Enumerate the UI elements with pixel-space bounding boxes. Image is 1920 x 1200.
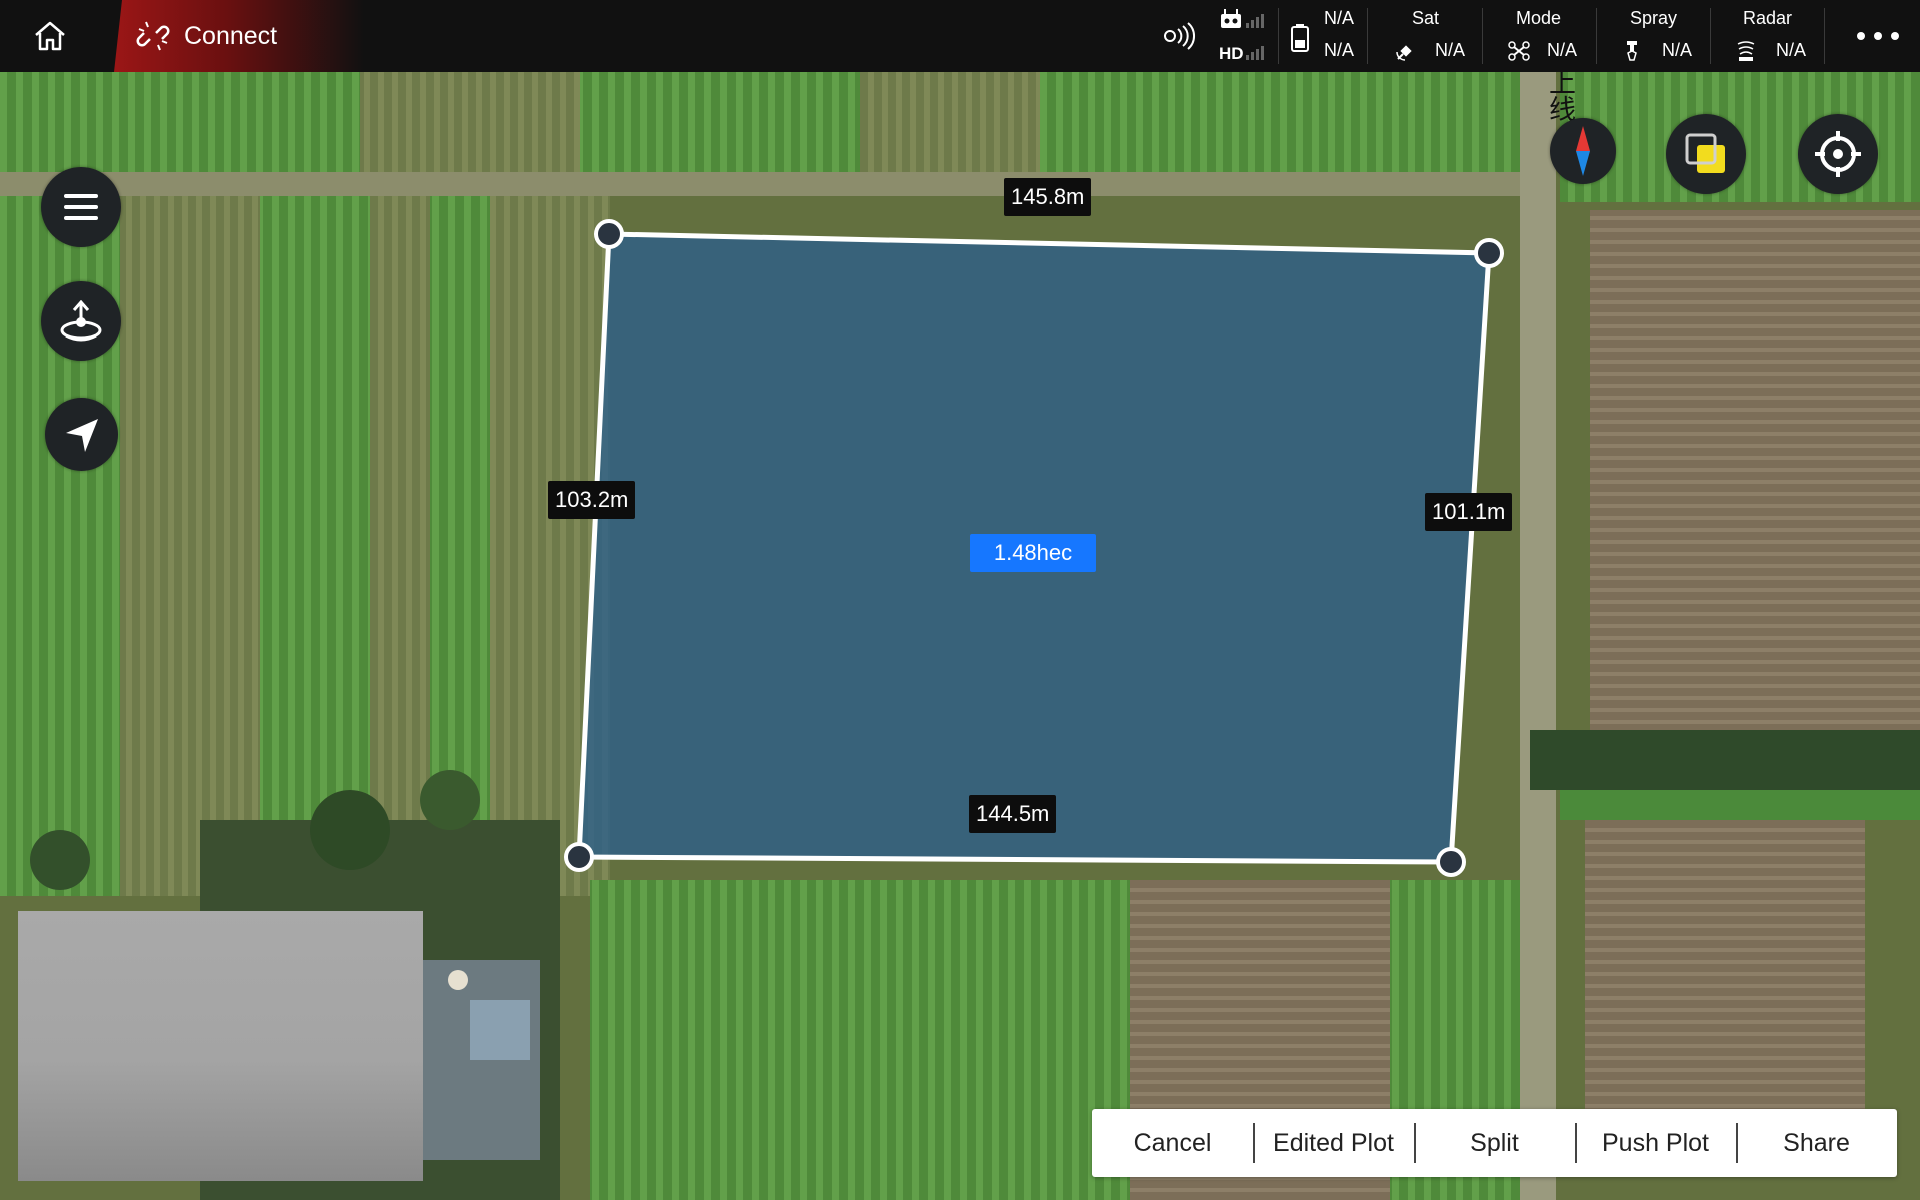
edge-length-right: 101.1m [1425,493,1513,531]
plot-vertex-handle[interactable] [1436,847,1466,877]
hd-signal-icon [1246,46,1264,60]
divider [1482,8,1483,64]
sat-value: N/A [1435,40,1466,60]
mode-value: N/A [1547,40,1578,60]
plot-vertex-handle[interactable] [564,842,594,872]
compass-icon [1576,126,1590,176]
home-icon [35,21,65,51]
link-value-2: N/A [1324,40,1355,60]
radar-value: N/A [1776,40,1807,60]
menu-button[interactable] [41,167,121,247]
locate-button[interactable] [1798,114,1878,194]
cancel-button[interactable]: Cancel [1092,1109,1253,1177]
more-dots-icon [1857,32,1899,40]
plot-action-bar: Cancel Edited Plot Split Push Plot Share [1092,1109,1897,1177]
divider [1367,8,1368,64]
plot-vertex-handle[interactable] [594,219,624,249]
satellite-icon [1396,45,1412,61]
more-button[interactable] [1848,20,1908,52]
navigate-arrow-icon [65,418,98,452]
locate-crosshair-icon [1815,131,1861,177]
split-button[interactable]: Split [1414,1109,1575,1177]
rtk-signal-icon [1164,22,1195,50]
top-status-bar: Connect HD N/A N/A Sat N/A Mode N/A Spra… [0,0,1920,72]
navigate-button[interactable] [45,398,118,471]
divider [1824,8,1825,64]
compass-button[interactable] [1550,118,1616,184]
edited-plot-button[interactable]: Edited Plot [1253,1109,1414,1177]
divider [1596,8,1597,64]
edge-length-bottom: 144.5m [969,795,1057,833]
edge-length-top: 145.8m [1004,178,1092,216]
remote-controller-signal-icon [1221,9,1264,28]
divider [1278,8,1279,64]
plot-area-badge: 1.48hec [970,534,1096,572]
push-plot-button[interactable]: Push Plot [1575,1109,1736,1177]
camera-preview[interactable] [18,911,423,1181]
takeoff-point-icon [60,300,102,342]
divider [1710,8,1711,64]
mode-label: Mode [1516,8,1562,28]
home-button[interactable] [0,0,100,72]
plot-vertex-handle[interactable] [1474,238,1504,268]
broken-link-icon [136,21,170,51]
connect-label: Connect [184,21,278,50]
share-button[interactable]: Share [1736,1109,1897,1177]
radar-label: Radar [1743,8,1793,28]
hd-label: HD [1219,44,1244,63]
connect-button[interactable]: Connect [114,0,364,72]
map-layer-icon [1685,133,1725,173]
spray-nozzle-icon [1627,41,1637,61]
map-layer-button[interactable] [1666,114,1746,194]
sat-label: Sat [1412,8,1440,28]
menu-icon [64,194,98,220]
link-value-1: N/A [1324,8,1355,28]
edge-length-left: 103.2m [548,481,636,519]
radar-icon [1737,41,1755,61]
spray-value: N/A [1662,40,1693,60]
drone-mode-icon [1508,41,1530,61]
battery-icon [1291,24,1309,52]
takeoff-point-button[interactable] [41,281,121,361]
map-overlay-text: 上线 [1544,68,1575,122]
spray-label: Spray [1630,8,1678,28]
